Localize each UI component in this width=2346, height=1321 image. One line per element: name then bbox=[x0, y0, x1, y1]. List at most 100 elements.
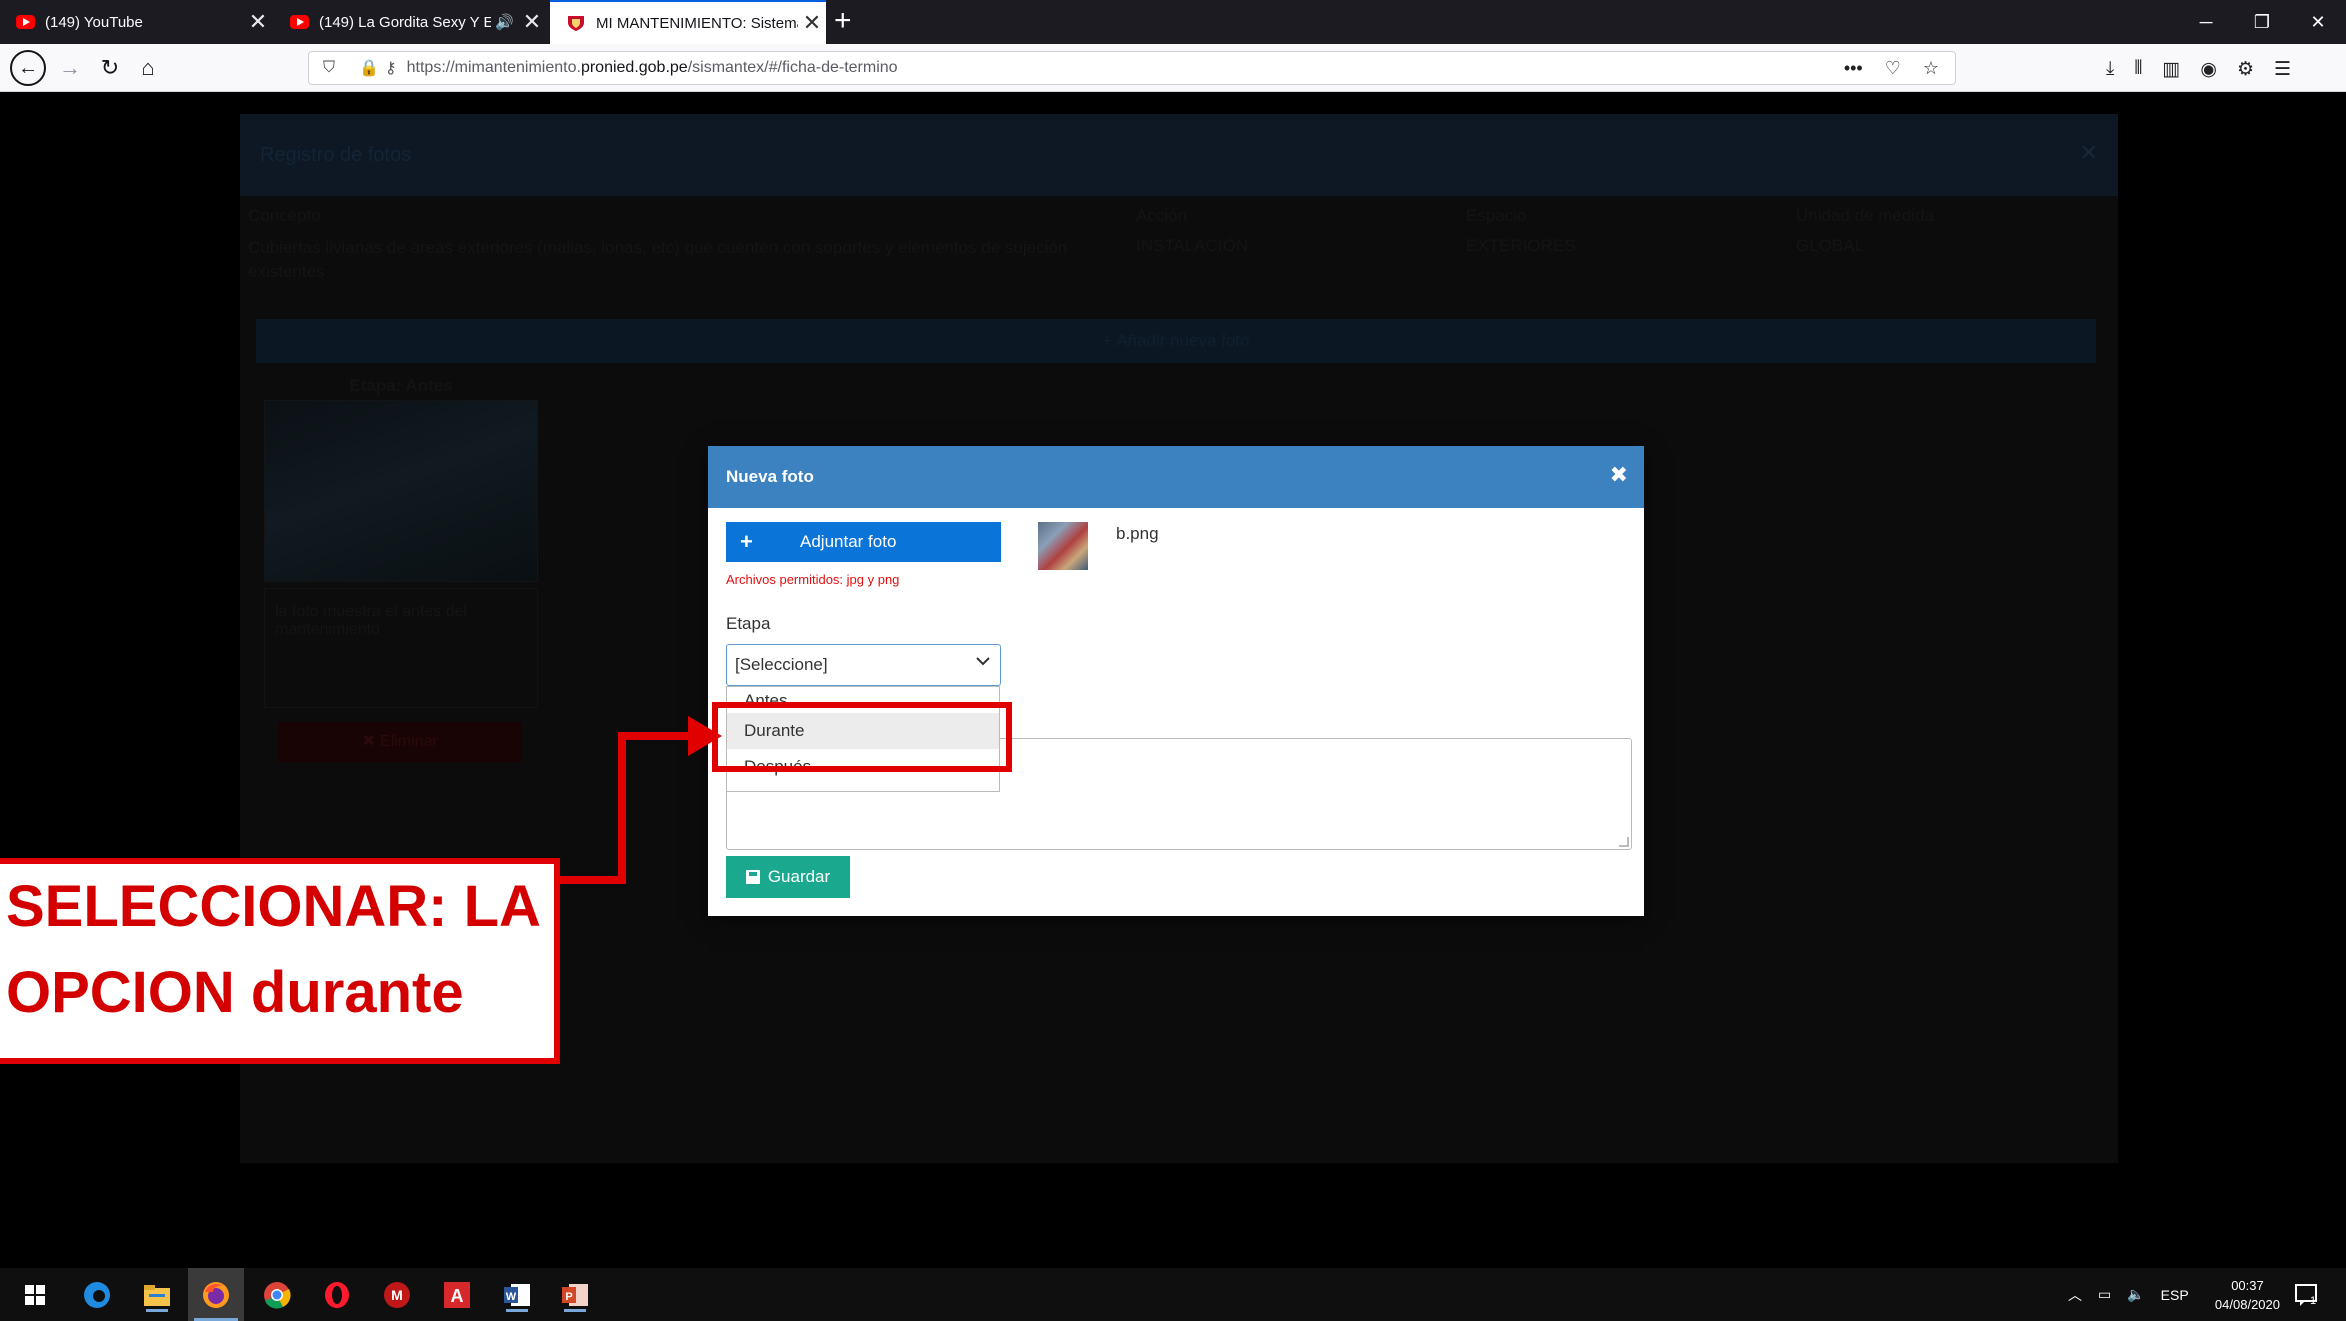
close-window-icon[interactable]: ✕ bbox=[2290, 0, 2346, 44]
forward-arrow-icon[interactable]: → bbox=[54, 52, 86, 84]
library-icon[interactable]: ⫴ bbox=[2134, 58, 2142, 81]
modal-title: Nueva foto bbox=[726, 467, 814, 486]
close-tab-icon[interactable]: ✕ bbox=[518, 9, 546, 35]
bookmark-star-icon[interactable]: ☆ bbox=[1923, 58, 1939, 79]
new-tab-button[interactable]: + bbox=[834, 4, 852, 38]
extensions-icon[interactable]: ⚙ bbox=[2237, 58, 2254, 81]
td-unidad: GLOBAL bbox=[1796, 236, 1865, 255]
pocket-icon[interactable]: ♡ bbox=[1885, 58, 1901, 79]
select-value: [Seleccione] bbox=[735, 655, 828, 674]
delete-photo-button: ✖ Eliminar bbox=[278, 722, 522, 762]
resize-handle[interactable] bbox=[1619, 837, 1629, 847]
plus-icon: + bbox=[740, 529, 753, 554]
tab-mi-mantenimiento[interactable]: MI MANTENIMIENTO: Sistema ✕ bbox=[550, 0, 826, 44]
tab-title: MI MANTENIMIENTO: Sistema bbox=[596, 14, 798, 32]
tab-title: (149) YouTube bbox=[45, 13, 143, 31]
photo-image bbox=[264, 400, 538, 582]
downloads-icon[interactable]: ⤓ bbox=[2106, 58, 2114, 81]
th-unidad: Unidad de medida bbox=[1796, 206, 1934, 225]
file-name: b.png bbox=[1116, 524, 1159, 543]
shield-icon[interactable]: ⛉ bbox=[323, 59, 341, 77]
youtube-icon bbox=[290, 15, 309, 29]
photo-description: la foto muestra el antes del mantenimien… bbox=[264, 588, 538, 708]
chevron-down-icon bbox=[976, 657, 990, 666]
annotation-line-2: OPCION durante bbox=[6, 960, 464, 1025]
attach-photo-button[interactable]: + Adjuntar foto bbox=[726, 522, 1001, 562]
th-espacio: Espacio bbox=[1466, 206, 1527, 225]
photo-stage-label: Etapa: Antes bbox=[349, 376, 453, 395]
save-label: Guardar bbox=[767, 867, 831, 886]
etapa-select[interactable]: [Seleccione] bbox=[726, 644, 1001, 686]
home-icon[interactable]: ⌂ bbox=[132, 52, 164, 84]
windows-start-icon[interactable] bbox=[18, 1278, 52, 1312]
more-actions-icon[interactable]: ••• bbox=[1844, 58, 1863, 79]
clock-date: 04/08/2020 bbox=[2214, 1297, 2280, 1312]
youtube-icon bbox=[16, 15, 35, 29]
svg-text:A: A bbox=[451, 1286, 464, 1306]
th-accion: Acción bbox=[1136, 206, 1188, 225]
menu-icon[interactable]: ☰ bbox=[2274, 58, 2291, 81]
svg-text:P: P bbox=[565, 1291, 572, 1303]
windows-taskbar: M A W P ︿ ▭ 🔈 ESP 00:37 04/08/2020 1 bbox=[0, 1268, 2346, 1321]
attach-photo-label: Adjuntar foto bbox=[800, 532, 897, 551]
system-tray: ︿ ▭ 🔈 ESP bbox=[2068, 1268, 2189, 1321]
modal-header: Nueva foto ✖ bbox=[708, 446, 1644, 508]
close-tab-icon[interactable]: ✕ bbox=[244, 9, 272, 35]
address-bar[interactable]: ⛉ 🔒 ⚷ https://mimantenimiento.pronied.go… bbox=[308, 51, 1956, 85]
lock-warning-icon[interactable]: 🔒 bbox=[359, 58, 379, 78]
concept-table: Concepto Acción Espacio Unidad de medida… bbox=[240, 196, 2118, 306]
save-button[interactable]: Guardar bbox=[726, 856, 850, 898]
url-text[interactable]: https://mimantenimiento.pronied.gob.pe/s… bbox=[407, 59, 1844, 77]
close-icon: ✕ bbox=[2079, 140, 2098, 165]
word-icon[interactable]: W bbox=[500, 1278, 534, 1312]
add-photo-button: + Añadir nueva foto bbox=[256, 319, 2096, 363]
volume-icon[interactable]: 🔈 bbox=[2127, 1286, 2144, 1303]
back-arrow-icon[interactable]: ← bbox=[10, 50, 46, 86]
photo-thumbnail bbox=[1038, 522, 1088, 570]
sidebar-icon[interactable]: ▥ bbox=[2162, 58, 2180, 81]
browser-tab-strip: (149) YouTube ✕ (149) La Gordita Sexy Y … bbox=[0, 0, 2346, 44]
account-icon[interactable]: ◉ bbox=[2200, 58, 2217, 81]
panel-header: Registro de fotos ✕ bbox=[240, 114, 2118, 196]
minimize-icon[interactable]: ─ bbox=[2178, 0, 2234, 44]
etapa-label: Etapa bbox=[726, 614, 771, 633]
key-icon[interactable]: ⚷ bbox=[385, 58, 397, 78]
panel-title: Registro de fotos bbox=[260, 144, 412, 166]
file-explorer-icon[interactable] bbox=[140, 1278, 174, 1312]
clock[interactable]: 00:37 04/08/2020 bbox=[2215, 1276, 2280, 1314]
edge-icon[interactable] bbox=[80, 1278, 114, 1312]
th-concepto: Concepto bbox=[248, 206, 321, 225]
screen: (149) YouTube ✕ (149) La Gordita Sexy Y … bbox=[0, 0, 2346, 1321]
chrome-icon[interactable] bbox=[260, 1278, 294, 1312]
clock-time: 00:37 bbox=[2231, 1278, 2264, 1293]
network-icon[interactable]: ▭ bbox=[2098, 1286, 2111, 1303]
restore-icon[interactable]: ❐ bbox=[2234, 0, 2290, 44]
annotation-line-1: SELECCIONAR: LA bbox=[6, 874, 541, 939]
tab-title: (149) La Gordita Sexy Y El M bbox=[319, 13, 492, 31]
close-tab-icon[interactable]: ✕ bbox=[798, 10, 826, 36]
browser-nav-bar: ← → ↻ ⌂ ⛉ 🔒 ⚷ https://mimantenimiento.pr… bbox=[0, 44, 2346, 92]
firefox-icon[interactable] bbox=[188, 1268, 244, 1321]
photo-card: Etapa: Antes la foto muestra el antes de… bbox=[264, 376, 538, 762]
opera-icon[interactable] bbox=[320, 1278, 354, 1312]
td-accion: INSTALACIÓN bbox=[1136, 236, 1249, 255]
speaker-icon[interactable]: 🔊 bbox=[495, 13, 514, 31]
powerpoint-icon[interactable]: P bbox=[558, 1278, 592, 1312]
chevron-up-icon[interactable]: ︿ bbox=[2068, 1285, 2082, 1305]
reload-icon[interactable]: ↻ bbox=[94, 52, 126, 84]
tab-video[interactable]: (149) La Gordita Sexy Y El M 🔊 ✕ bbox=[274, 0, 546, 44]
mcafee-icon[interactable]: M bbox=[380, 1278, 414, 1312]
notification-count: 1 bbox=[2310, 1294, 2317, 1307]
new-photo-modal: Nueva foto ✖ + Adjuntar foto Archivos pe… bbox=[708, 446, 1644, 916]
notifications-icon[interactable]: 1 bbox=[2294, 1268, 2317, 1321]
annotation-callout: SELECCIONAR: LA OPCION durante bbox=[0, 858, 560, 1064]
acrobat-icon[interactable]: A bbox=[440, 1278, 474, 1312]
tab-youtube[interactable]: (149) YouTube ✕ bbox=[0, 0, 272, 44]
floppy-disk-icon bbox=[745, 870, 760, 884]
td-concepto: Cubiertas livianas de áreas exteriores (… bbox=[248, 238, 1068, 281]
svg-text:W: W bbox=[506, 1291, 517, 1303]
language-indicator[interactable]: ESP bbox=[2161, 1287, 2189, 1303]
svg-text:M: M bbox=[391, 1287, 403, 1303]
close-icon[interactable]: ✖ bbox=[1610, 462, 1628, 488]
td-espacio: EXTERIORES bbox=[1466, 236, 1576, 255]
